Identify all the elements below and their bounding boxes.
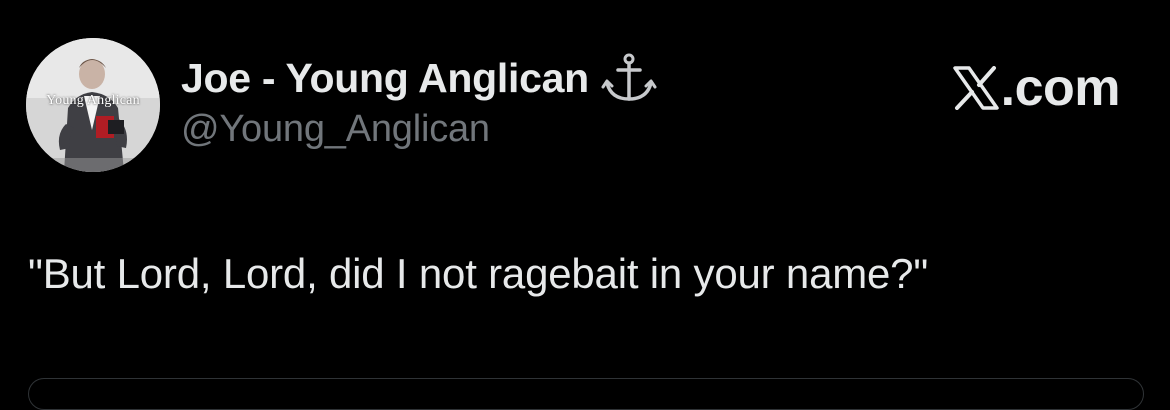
display-name[interactable]: Joe - Young Anglican [181,55,589,102]
avatar-overlay-text: Young Anglican [46,93,140,108]
anchor-icon [601,53,657,103]
tweet-text: "But Lord, Lord, did I not ragebait in y… [28,250,929,297]
brand-watermark: .com [952,58,1121,118]
x-logo-icon [952,66,999,110]
tweet-card: Young Anglican Joe - Young Anglican @You… [0,0,1170,410]
user-handle[interactable]: @Young_Anglican [181,108,490,151]
brand-domain-text: .com [1000,59,1121,117]
avatar[interactable]: Young Anglican [26,38,160,172]
author-name-row[interactable]: Joe - Young Anglican [181,50,657,106]
